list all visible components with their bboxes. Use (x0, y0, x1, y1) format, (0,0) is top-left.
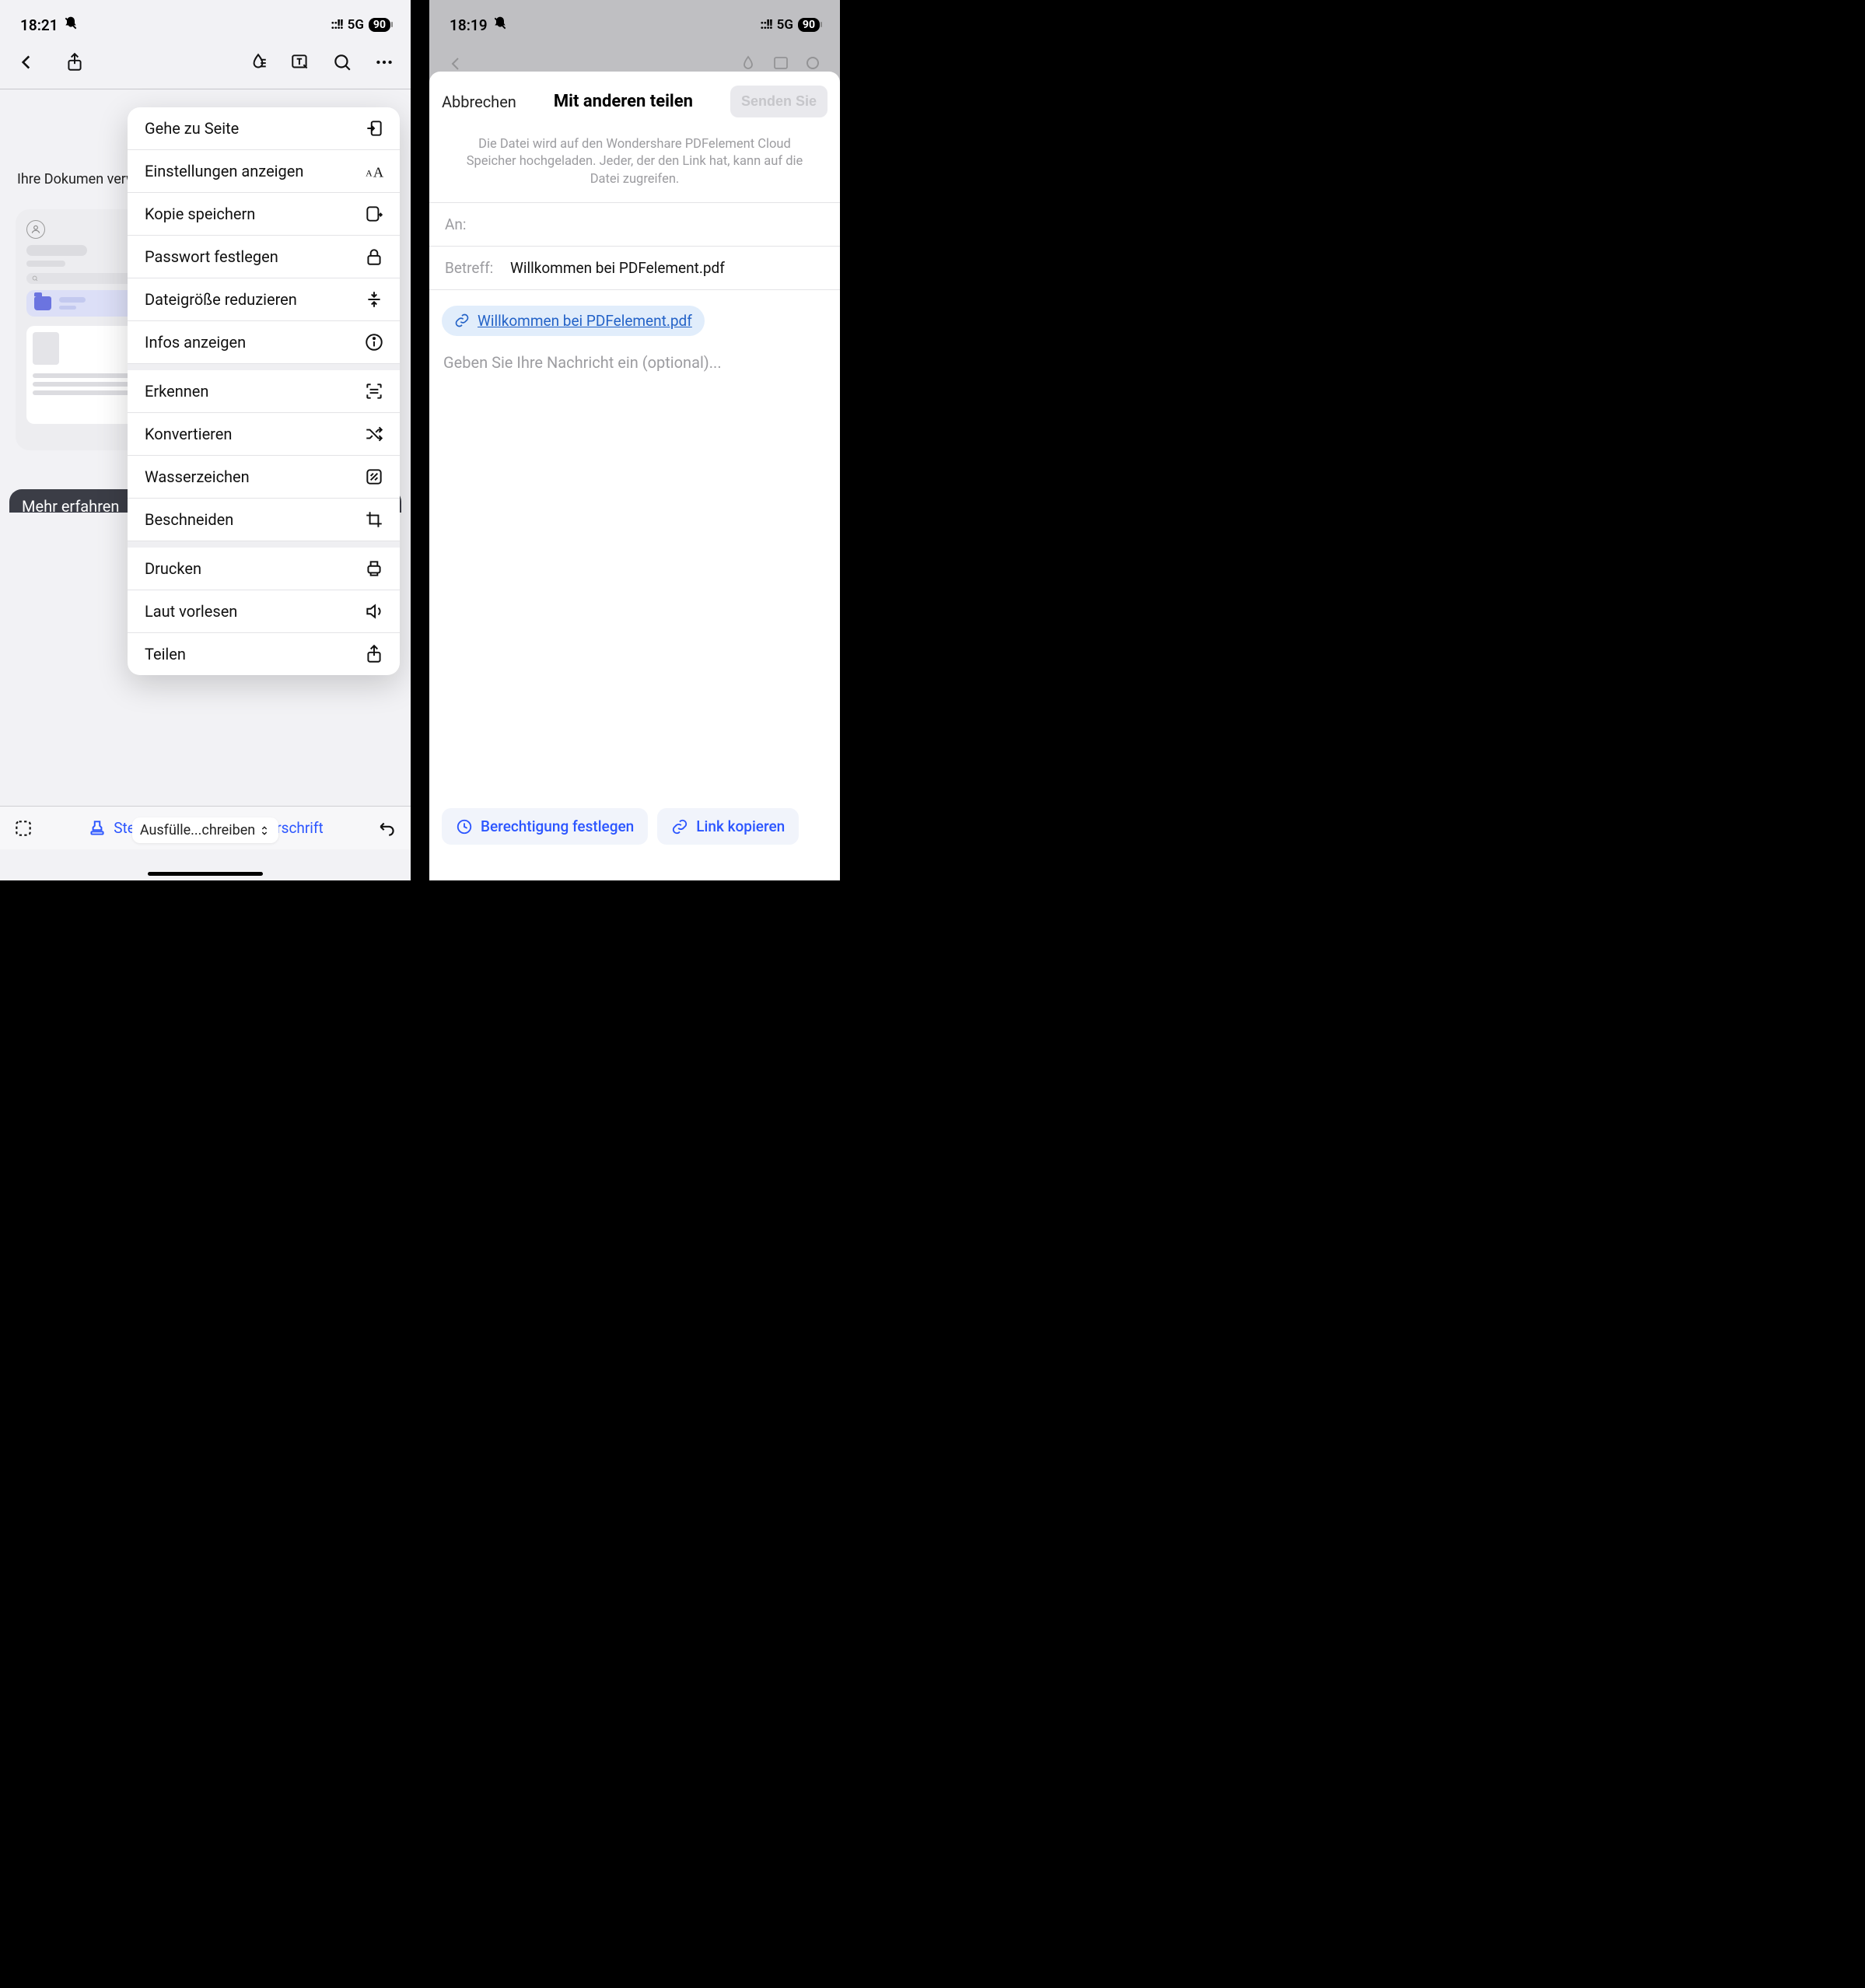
phone-right: 18:19 ::!! 5G 90 Abbrechen Mit anderen t… (429, 0, 840, 880)
phone-left: 18:21 ::!! 5G 90 (0, 0, 411, 880)
print-icon (364, 558, 384, 579)
mode-selector[interactable]: Ausfülle...chreiben (132, 817, 278, 843)
status-bar: 18:21 ::!! 5G 90 (0, 0, 411, 44)
lock-icon (364, 247, 384, 267)
shuffle-icon (364, 424, 384, 444)
status-time: 18:21 (20, 16, 58, 34)
link-icon (671, 818, 688, 835)
menu-show-info[interactable]: Infos anzeigen (128, 321, 400, 364)
menu-read-aloud[interactable]: Laut vorlesen (128, 590, 400, 633)
share-icon (364, 644, 384, 664)
text-edit-button[interactable] (288, 50, 313, 75)
sheet-header: Abbrechen Mit anderen teilen Senden Sie (429, 72, 840, 131)
menu-save-copy[interactable]: Kopie speichern (128, 193, 400, 236)
network-label: 5G (777, 17, 793, 33)
chevron-updown-icon (258, 824, 271, 837)
to-field[interactable]: An: (429, 202, 840, 246)
permission-button[interactable]: Berechtigung festlegen (442, 808, 648, 845)
more-button[interactable] (372, 50, 397, 75)
scan-icon (364, 381, 384, 401)
back-button[interactable] (14, 50, 39, 75)
menu-goto-page[interactable]: Gehe zu Seite (128, 107, 400, 150)
menu-convert[interactable]: Konvertieren (128, 413, 400, 456)
speaker-icon (364, 601, 384, 621)
file-link-chip[interactable]: Willkommen bei PDFelement.pdf (442, 306, 705, 336)
undo-button[interactable] (375, 816, 400, 841)
info-text: Die Datei wird auf den Wondershare PDFel… (429, 131, 840, 202)
more-menu-popup: Gehe zu Seite Einstellungen anzeigen AA … (128, 107, 400, 675)
send-button[interactable]: Senden Sie (730, 86, 828, 117)
savecopy-icon (364, 204, 384, 224)
select-tool-button[interactable] (11, 816, 36, 841)
battery-pill: 90 (798, 18, 820, 32)
goto-icon (364, 118, 384, 138)
copy-link-button[interactable]: Link kopieren (657, 808, 799, 845)
share-sheet: Abbrechen Mit anderen teilen Senden Sie … (429, 72, 840, 880)
crop-icon (364, 509, 384, 530)
share-button[interactable] (62, 50, 87, 75)
message-input[interactable]: Geben Sie Ihre Nachricht ein (optional).… (429, 347, 840, 378)
menu-share[interactable]: Teilen (128, 633, 400, 675)
menu-watermark[interactable]: Wasserzeichen (128, 456, 400, 499)
cancel-button[interactable]: Abbrechen (442, 93, 516, 111)
watermark-icon (364, 467, 384, 487)
status-bar: 18:19 ::!! 5G 90 (429, 0, 840, 44)
menu-crop[interactable]: Beschneiden (128, 499, 400, 541)
ink-tool-button[interactable] (246, 50, 271, 75)
network-label: 5G (348, 17, 364, 33)
mute-icon (492, 16, 508, 35)
link-icon (454, 313, 470, 328)
menu-print[interactable]: Drucken (128, 548, 400, 590)
top-toolbar (0, 44, 411, 89)
home-indicator (148, 872, 263, 876)
search-button[interactable] (330, 50, 355, 75)
menu-set-password[interactable]: Passwort festlegen (128, 236, 400, 278)
clock-icon (456, 818, 473, 835)
avatar-icon (26, 220, 45, 239)
subject-field[interactable]: Betreff: Willkommen bei PDFelement.pdf (429, 246, 840, 290)
menu-recognize[interactable]: Erkennen (128, 370, 400, 413)
sheet-footer: Berechtigung festlegen Link kopieren (429, 797, 840, 880)
textsize-icon: AA (364, 161, 384, 181)
info-icon (364, 332, 384, 352)
compress-icon (364, 289, 384, 310)
status-time: 18:19 (450, 16, 488, 34)
menu-reduce-filesize[interactable]: Dateigröße reduzieren (128, 278, 400, 321)
battery-pill: 90 (369, 18, 390, 32)
sheet-title: Mit anderen teilen (524, 92, 723, 111)
mute-icon (63, 16, 79, 35)
menu-view-settings[interactable]: Einstellungen anzeigen AA (128, 150, 400, 193)
svg-text:A: A (366, 168, 373, 179)
signal-icon: ::!! (331, 17, 342, 33)
svg-text:A: A (373, 165, 384, 180)
folder-icon (34, 296, 51, 310)
signal-icon: ::!! (760, 17, 772, 33)
